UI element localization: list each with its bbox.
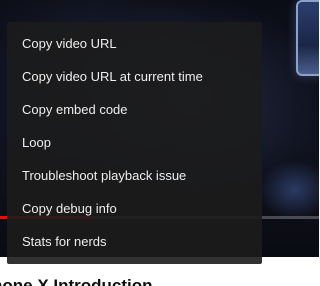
- youtube-player-page: Copy video URL Copy video URL at current…: [0, 0, 319, 286]
- context-menu: Copy video URL Copy video URL at current…: [7, 22, 262, 264]
- menu-item-copy-video-url-at-time[interactable]: Copy video URL at current time: [7, 60, 262, 93]
- stage-light: [258, 160, 319, 220]
- stage-phone-screen: [296, 0, 319, 76]
- menu-item-troubleshoot-playback[interactable]: Troubleshoot playback issue: [7, 159, 262, 192]
- menu-item-copy-embed-code[interactable]: Copy embed code: [7, 93, 262, 126]
- video-title: hone X Introduction: [0, 276, 153, 286]
- menu-item-copy-debug-info[interactable]: Copy debug info: [7, 192, 262, 225]
- menu-item-stats-for-nerds[interactable]: Stats for nerds: [7, 225, 262, 258]
- menu-item-copy-video-url[interactable]: Copy video URL: [7, 27, 262, 60]
- menu-item-loop[interactable]: Loop: [7, 126, 262, 159]
